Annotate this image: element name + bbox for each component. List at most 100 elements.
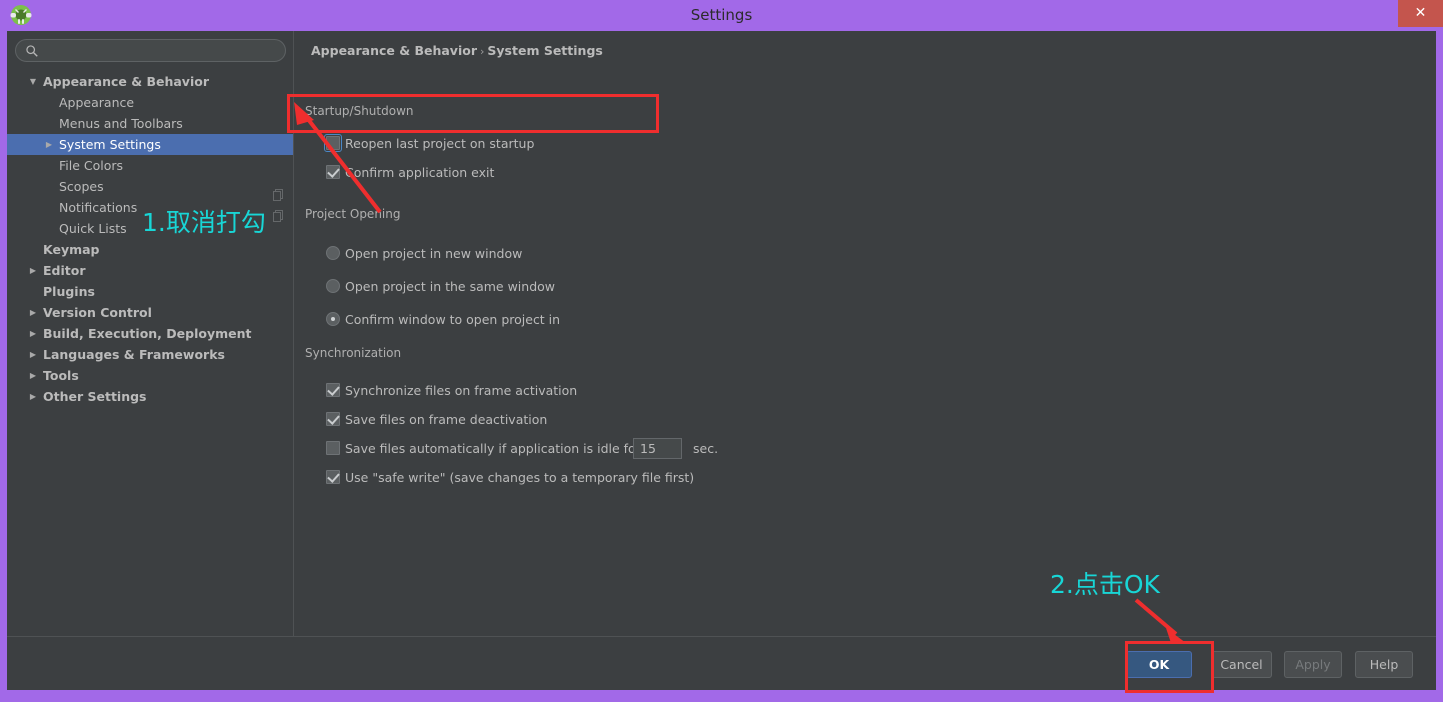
checkbox-confirm-application-exit[interactable] (326, 165, 340, 179)
apply-button: Apply (1284, 651, 1342, 678)
settings-tree: ▼ Appearance & Behavior Appearance Menus an… (7, 71, 293, 407)
chevron-right-icon[interactable]: ▶ (43, 134, 55, 155)
group-startup-shutdown: Startup/Shutdown Reopen last project on … (305, 104, 725, 187)
sidebar-item-label: Quick Lists (59, 221, 127, 236)
row-label: Reopen last project on startup (345, 136, 535, 151)
sidebar-item-label: Tools (43, 368, 79, 383)
copy-icon (273, 189, 283, 201)
sidebar-item-label: Build, Execution, Deployment (43, 326, 252, 341)
chevron-right-icon[interactable]: ▶ (27, 260, 39, 281)
ok-button[interactable]: OK (1126, 651, 1192, 678)
sidebar-item-label: Notifications (59, 200, 138, 215)
sidebar-item-label: Appearance (59, 95, 135, 110)
sidebar-item-scopes[interactable]: Scopes (7, 176, 293, 197)
radio-confirm-window-open-project[interactable] (326, 312, 340, 326)
idle-seconds-input[interactable] (633, 438, 682, 459)
group-header: Startup/Shutdown (305, 104, 725, 120)
breadcrumb-root[interactable]: Appearance & Behavior (311, 43, 477, 58)
search-box[interactable] (15, 39, 286, 62)
sidebar-item-label: Appearance & Behavior (43, 74, 209, 89)
settings-sidebar: ▼ Appearance & Behavior Appearance Menus an… (7, 31, 294, 636)
row-confirm-window-open-project[interactable]: Confirm window to open project in (305, 303, 725, 336)
chevron-right-icon[interactable]: ▶ (27, 323, 39, 344)
sidebar-item-keymap[interactable]: Keymap (7, 239, 293, 260)
row-label: Save files on frame deactivation (345, 412, 548, 427)
group-title: Project Opening (305, 207, 408, 221)
checkbox-save-files-automatically-idle[interactable] (326, 441, 340, 455)
sidebar-item-other-settings[interactable]: ▶ Other Settings (7, 386, 293, 407)
row-label: Open project in the same window (345, 279, 556, 294)
sidebar-item-label: Other Settings (43, 389, 147, 404)
row-label: Open project in new window (345, 246, 523, 261)
sidebar-item-notifications[interactable]: Notifications (7, 197, 293, 218)
row-open-project-new-window[interactable]: Open project in new window (305, 237, 725, 270)
row-sync-files-frame-activation[interactable]: Synchronize files on frame activation (305, 376, 725, 405)
radio-open-project-new-window[interactable] (326, 246, 340, 260)
search-input[interactable] (44, 41, 279, 60)
help-button[interactable]: Help (1355, 651, 1413, 678)
dialog-button-bar: OK Cancel Apply Help (7, 636, 1436, 690)
sidebar-item-appearance-behavior[interactable]: ▼ Appearance & Behavior (7, 71, 293, 92)
title-bar: Settings ✕ (0, 0, 1443, 31)
sidebar-item-plugins[interactable]: Plugins (7, 281, 293, 302)
sidebar-item-label: Editor (43, 263, 86, 278)
radio-open-project-same-window[interactable] (326, 279, 340, 293)
chevron-right-icon[interactable]: ▶ (27, 386, 39, 407)
sidebar-item-label: System Settings (59, 137, 161, 152)
group-title: Synchronization (305, 346, 409, 360)
group-project-opening: Project Opening Open project in new wind… (305, 207, 725, 336)
group-synchronization: Synchronization Synchronize files on fra… (305, 346, 725, 492)
sidebar-item-menus-and-toolbars[interactable]: Menus and Toolbars (7, 113, 293, 134)
idle-seconds-unit: sec. (693, 441, 719, 456)
breadcrumb: Appearance & Behavior › System Settings (311, 43, 603, 58)
row-label: Use "safe write" (save changes to a temp… (345, 470, 695, 485)
window-title: Settings (690, 6, 753, 24)
row-label: Confirm application exit (345, 165, 495, 180)
row-save-files-automatically-idle[interactable]: Save files automatically if application … (305, 434, 725, 463)
row-confirm-application-exit[interactable]: Confirm application exit (305, 158, 725, 187)
row-label: Synchronize files on frame activation (345, 383, 578, 398)
row-save-files-frame-deactivation[interactable]: Save files on frame deactivation (305, 405, 725, 434)
chevron-down-icon[interactable]: ▼ (27, 71, 39, 92)
row-reopen-last-project[interactable]: Reopen last project on startup (305, 129, 725, 158)
sidebar-item-version-control[interactable]: ▶ Version Control (7, 302, 293, 323)
sidebar-item-appearance[interactable]: Appearance (7, 92, 293, 113)
chevron-right-icon[interactable]: ▶ (27, 365, 39, 386)
search-container (15, 39, 286, 62)
sidebar-item-editor[interactable]: ▶ Editor (7, 260, 293, 281)
sidebar-item-file-colors[interactable]: File Colors (7, 155, 293, 176)
sidebar-item-label: Languages & Frameworks (43, 347, 225, 362)
row-use-safe-write[interactable]: Use "safe write" (save changes to a temp… (305, 463, 725, 492)
checkbox-save-files-frame-deactivation[interactable] (326, 412, 340, 426)
group-header: Project Opening (305, 207, 725, 223)
sidebar-item-label: File Colors (59, 158, 124, 173)
checkbox-reopen-last-project[interactable] (324, 134, 342, 152)
row-open-project-same-window[interactable]: Open project in the same window (305, 270, 725, 303)
sidebar-item-quick-lists[interactable]: Quick Lists (7, 218, 293, 239)
group-title: Startup/Shutdown (305, 104, 421, 118)
sidebar-item-languages-frameworks[interactable]: ▶ Languages & Frameworks (7, 344, 293, 365)
checkbox-sync-files-frame-activation[interactable] (326, 383, 340, 397)
sidebar-item-label: Scopes (59, 179, 104, 194)
chevron-right-icon[interactable]: ▶ (27, 344, 39, 365)
sidebar-item-system-settings[interactable]: ▶ System Settings (7, 134, 293, 155)
copy-icon (273, 210, 283, 222)
cancel-button[interactable]: Cancel (1211, 651, 1272, 678)
sidebar-item-build-execution-deployment[interactable]: ▶ Build, Execution, Deployment (7, 323, 293, 344)
chevron-right-icon[interactable]: ▶ (27, 302, 39, 323)
close-icon[interactable]: ✕ (1398, 0, 1443, 27)
checkbox-use-safe-write[interactable] (326, 470, 340, 484)
sidebar-item-label: Version Control (43, 305, 152, 320)
dialog-body: ▼ Appearance & Behavior Appearance Menus an… (7, 31, 1436, 690)
breadcrumb-leaf: System Settings (487, 43, 603, 58)
row-label: Confirm window to open project in (345, 312, 561, 327)
sidebar-item-tools[interactable]: ▶ Tools (7, 365, 293, 386)
